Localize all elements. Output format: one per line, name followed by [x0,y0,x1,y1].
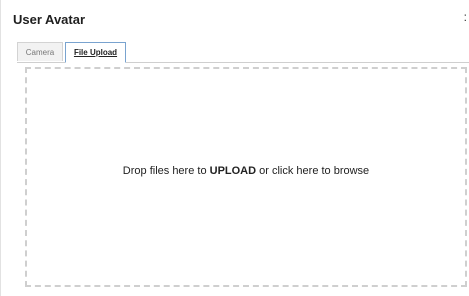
drop-instructions: Drop files here to UPLOAD or click here … [27,165,465,177]
file-drop-zone[interactable]: Drop files here to UPLOAD or click here … [25,67,467,287]
dialog-title: User Avatar [13,12,86,27]
more-options-icon[interactable]: : [464,10,467,24]
user-avatar-dialog: User Avatar : Camera File Upload Drop fi… [0,0,469,296]
window-edge [0,0,1,296]
drop-text-after: or click here to browse [256,165,370,177]
drop-text-upload: UPLOAD [209,165,257,177]
drop-text-before: Drop files here to [122,165,210,177]
tab-bar: Camera File Upload [17,42,469,63]
tab-file-upload[interactable]: File Upload [65,42,126,63]
tab-camera[interactable]: Camera [17,42,63,61]
